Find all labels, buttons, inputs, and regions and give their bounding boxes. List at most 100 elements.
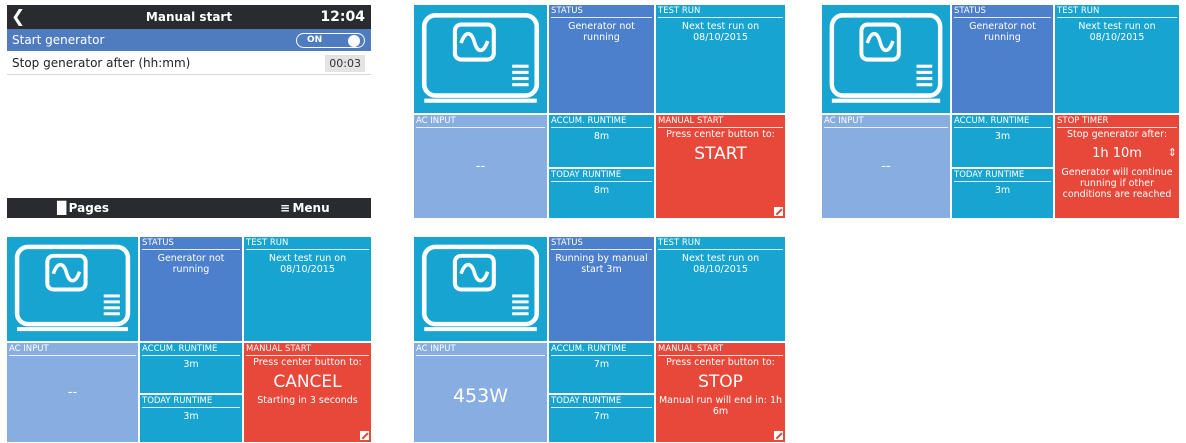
test-run-tile: TEST RUN Next test run on 08/10/2015 bbox=[1055, 5, 1179, 113]
start-generator-label: Start generator bbox=[12, 33, 105, 47]
edit-icon[interactable] bbox=[774, 431, 783, 440]
action-instruction: Stop generator after: bbox=[1066, 129, 1168, 140]
status-text: Generator not running bbox=[969, 21, 1036, 43]
action-instruction: Press center button to: bbox=[253, 357, 362, 368]
today-runtime-value: 3m bbox=[183, 411, 199, 422]
ac-input-tile: AC INPUT -- bbox=[414, 115, 547, 218]
stop-generator-after-value[interactable]: 00:03 bbox=[325, 55, 365, 72]
today-runtime-header: TODAY RUNTIME bbox=[142, 396, 240, 408]
manual-action-tile[interactable]: STOP TIMER Stop generator after: 1h 10m ⇕ Ge… bbox=[1055, 115, 1179, 218]
generator-icon bbox=[822, 5, 950, 113]
ac-input-value: -- bbox=[67, 385, 78, 400]
accum-runtime-value: 8m bbox=[593, 131, 610, 142]
ac-input-header: AC INPUT bbox=[9, 344, 136, 356]
start-generator-toggle[interactable]: ON bbox=[296, 33, 365, 48]
accum-runtime-value: 3m bbox=[994, 131, 1011, 142]
test-run-header: TEST RUN bbox=[658, 238, 783, 250]
generator-icon bbox=[7, 237, 138, 341]
status-header: STATUS bbox=[142, 238, 240, 250]
today-runtime-header: TODAY RUNTIME bbox=[954, 170, 1051, 182]
status-header: STATUS bbox=[551, 6, 652, 18]
ac-input-header: AC INPUT bbox=[416, 116, 545, 128]
accum-runtime-header: ACCUM. RUNTIME bbox=[551, 344, 652, 356]
up-down-arrows-icon[interactable]: ⇕ bbox=[1168, 146, 1177, 160]
accum-runtime-tile: ACCUM. RUNTIME 7m bbox=[549, 343, 654, 393]
edit-icon[interactable] bbox=[774, 207, 783, 216]
stop-generator-after-label: Stop generator after (hh:mm) bbox=[12, 56, 191, 70]
status-tile: STATUS Generator not running bbox=[952, 5, 1053, 113]
action-footnote: Manual run will end in: 1h 6m bbox=[658, 395, 783, 417]
test-run-tile: TEST RUN Next test run on 08/10/2015 bbox=[244, 237, 371, 341]
clock: 12:04 bbox=[320, 9, 365, 25]
action-header: STOP TIMER bbox=[1057, 116, 1177, 128]
accum-runtime-header: ACCUM. RUNTIME bbox=[551, 116, 652, 128]
ac-input-tile: AC INPUT 453W bbox=[414, 343, 547, 442]
status-text: Generator not running bbox=[157, 253, 225, 275]
test-run-header: TEST RUN bbox=[658, 6, 783, 18]
action-big-label: STOP bbox=[698, 372, 743, 392]
test-run-text: Next test run on 08/10/2015 bbox=[1078, 21, 1156, 43]
accum-runtime-tile: ACCUM. RUNTIME 3m bbox=[140, 343, 242, 393]
accum-runtime-tile: ACCUM. RUNTIME 3m bbox=[952, 115, 1053, 167]
test-run-text: Next test run on 08/10/2015 bbox=[681, 253, 760, 275]
today-runtime-header: TODAY RUNTIME bbox=[551, 170, 652, 182]
today-runtime-tile: TODAY RUNTIME 3m bbox=[952, 169, 1053, 218]
footer-bar: █ Pages ≡ Menu bbox=[7, 198, 371, 218]
accum-runtime-value: 3m bbox=[183, 359, 199, 370]
manual-action-tile[interactable]: MANUAL START Press center button to: CANCE… bbox=[244, 343, 371, 442]
edit-icon[interactable] bbox=[360, 431, 369, 440]
action-footnote: Starting in 3 seconds bbox=[257, 395, 358, 406]
status-tile: STATUS Generator not running bbox=[549, 5, 654, 113]
manual-action-tile[interactable]: MANUAL START Press center button to: START bbox=[656, 115, 785, 218]
action-instruction: Press center button to: bbox=[666, 129, 775, 140]
status-header: STATUS bbox=[551, 238, 652, 250]
ac-input-tile: AC INPUT -- bbox=[7, 343, 138, 442]
status-text: Generator not running bbox=[568, 21, 635, 43]
start-generator-row[interactable]: Start generator ON bbox=[7, 29, 371, 51]
status-tile: STATUS Running by manual start 3m bbox=[549, 237, 654, 341]
action-big-label: START bbox=[694, 144, 747, 164]
ac-input-header: AC INPUT bbox=[416, 344, 545, 356]
today-runtime-value: 3m bbox=[994, 185, 1011, 196]
stop-generator-after-row[interactable]: Stop generator after (hh:mm) 00:03 bbox=[7, 51, 371, 75]
pages-label: Pages bbox=[68, 201, 110, 215]
ac-input-tile: AC INPUT -- bbox=[822, 115, 950, 218]
menu-label: Menu bbox=[292, 201, 330, 215]
status-header: STATUS bbox=[954, 6, 1051, 18]
pages-button[interactable]: █ Pages bbox=[57, 198, 109, 218]
generator-image-tile bbox=[822, 5, 950, 113]
generator-image-tile bbox=[414, 237, 547, 341]
ac-input-value: -- bbox=[881, 159, 891, 174]
today-runtime-tile: TODAY RUNTIME 7m bbox=[549, 395, 654, 442]
test-run-header: TEST RUN bbox=[246, 238, 369, 250]
accum-runtime-header: ACCUM. RUNTIME bbox=[142, 344, 240, 356]
today-runtime-tile: TODAY RUNTIME 8m bbox=[549, 169, 654, 218]
test-run-text: Next test run on 08/10/2015 bbox=[681, 21, 760, 43]
action-header: MANUAL START bbox=[246, 344, 369, 356]
action-big-label: 1h 10m bbox=[1092, 146, 1142, 161]
today-runtime-tile: TODAY RUNTIME 3m bbox=[140, 395, 242, 442]
today-runtime-value: 8m bbox=[593, 185, 610, 196]
menu-button[interactable]: ≡ Menu bbox=[280, 198, 330, 218]
status-tile: STATUS Generator not running bbox=[140, 237, 242, 341]
manual-start-settings-screen: ❮ Manual start 12:04 Start generator ON … bbox=[7, 5, 371, 218]
today-runtime-value: 7m bbox=[593, 411, 610, 422]
generator-icon bbox=[414, 237, 547, 341]
generator-panel-4: STATUS Running by manual start 3m TEST RUN… bbox=[414, 237, 785, 442]
toggle-knob bbox=[348, 35, 360, 47]
ac-input-value: -- bbox=[475, 159, 486, 174]
accum-runtime-tile: ACCUM. RUNTIME 8m bbox=[549, 115, 654, 167]
today-runtime-header: TODAY RUNTIME bbox=[551, 396, 652, 408]
generator-panel-1: STATUS Generator not running TEST RUN Next … bbox=[414, 5, 785, 218]
manual-action-tile[interactable]: MANUAL START Press center button to: STOP M… bbox=[656, 343, 785, 442]
generator-image-tile bbox=[7, 237, 138, 341]
ac-input-value: 453W bbox=[452, 385, 509, 407]
hamburger-icon: ≡ bbox=[280, 201, 293, 215]
test-run-header: TEST RUN bbox=[1057, 6, 1177, 18]
page-title: Manual start bbox=[145, 10, 233, 24]
action-header: MANUAL START bbox=[658, 116, 783, 128]
bar-chart-icon: █ bbox=[57, 201, 69, 215]
status-text: Running by manual start 3m bbox=[555, 253, 648, 275]
generator-panel-3: STATUS Generator not running TEST RUN Next … bbox=[7, 237, 371, 442]
accum-runtime-value: 7m bbox=[593, 359, 610, 370]
